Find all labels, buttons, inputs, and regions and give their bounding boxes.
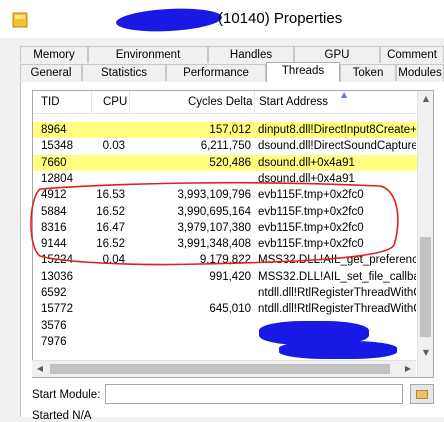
start-module-field[interactable] — [105, 384, 403, 404]
thread-row[interactable]: 6592 ntdll.dll!RtlRegisterThreadWithC... — [33, 285, 417, 301]
thread-row[interactable]: 7660 520,486 dsound.dll+0x4a91 — [33, 154, 417, 171]
tab-environment[interactable]: Environment — [88, 46, 208, 63]
cell-tid: 15224 — [41, 254, 73, 267]
horizontal-scrollbar[interactable]: ◀ ▶ — [32, 360, 416, 377]
cell-address: ntdll.dll!RtlRegisterThreadWithC... — [258, 303, 416, 316]
cell-address: dsound.dll+0x4a91 — [258, 172, 355, 185]
vertical-scrollbar[interactable]: ▲ ▼ — [417, 91, 433, 377]
cell-cpu: 16.47 — [96, 221, 125, 234]
thread-list[interactable]: TID CPU Cycles Delta Start Address ▲ 896… — [32, 90, 434, 378]
cell-address: MSS32.DLL!AIL_set_file_callbac... — [258, 270, 416, 283]
cell-address: evb115F.tmp+0x2fc0 — [258, 205, 364, 218]
column-separator[interactable] — [91, 91, 92, 113]
cell-address: dsound.dll!DirectSoundCaptureE — [258, 140, 416, 153]
tab-token[interactable]: Token — [340, 64, 396, 81]
scroll-down-icon[interactable]: ▼ — [418, 345, 433, 361]
list-header: TID CPU Cycles Delta Start Address ▲ — [33, 91, 417, 114]
thread-row[interactable]: 8964 157,012 dinput8.dll!DirectInput8Creat… — [33, 122, 417, 138]
tab-modules[interactable]: Modules — [396, 64, 444, 81]
redaction-mark-list — [279, 341, 397, 359]
cell-cycles: 3,993,109,796 — [177, 189, 251, 202]
scroll-right-icon[interactable]: ▶ — [400, 361, 416, 377]
thread-row[interactable]: 9144 16.52 3,991,348,408 evb115F.tmp+0x2fc0 — [33, 236, 417, 252]
start-module-label: Start Module: — [32, 389, 101, 401]
cell-cycles: 520,486 — [209, 156, 251, 169]
thread-row[interactable]: 15772 645,010 ntdll.dll!RtlRegisterThreadW… — [33, 301, 417, 317]
cell-address: ntdll.dll!RtlRegisterThreadWithC... — [258, 287, 416, 299]
redaction-mark-title — [115, 6, 223, 34]
tab-general[interactable]: General — [20, 64, 82, 81]
cell-tid: 8964 — [41, 124, 67, 136]
cell-address: dinput8.dll!DirectInput8Create+... — [258, 124, 416, 136]
cell-cycles: 3,990,695,164 — [177, 205, 251, 218]
thread-row[interactable]: 5884 16.52 3,990,695,164 evb115F.tmp+0x2fc0 — [33, 204, 417, 220]
column-header-cpu[interactable]: CPU — [103, 96, 127, 108]
scroll-thumb[interactable] — [420, 237, 431, 337]
cell-cpu: 16.53 — [96, 189, 125, 202]
cell-tid: 5884 — [41, 205, 67, 218]
cell-tid: 7660 — [41, 156, 67, 169]
cell-cycles: 991,420 — [209, 270, 251, 283]
tab-row-front: General Statistics Performance Threads T… — [20, 62, 444, 82]
cell-tid: 9144 — [41, 238, 67, 251]
cell-cycles: 645,010 — [209, 303, 251, 316]
thread-row[interactable]: 15348 0.03 6,211,750 dsound.dll!DirectSound… — [33, 138, 417, 154]
cell-address: evb115F.tmp+0x2fc0 — [258, 221, 364, 234]
column-separator[interactable] — [129, 91, 130, 113]
thread-row[interactable]: 13036 991,420 MSS32.DLL!AIL_set_file_callb… — [33, 269, 417, 285]
title-bar: (10140) Properties — [0, 0, 444, 38]
scroll-up-icon[interactable]: ▲ — [418, 91, 433, 107]
cell-tid: 15348 — [41, 140, 73, 153]
column-header-start-address[interactable]: Start Address — [259, 96, 328, 108]
thread-row[interactable]: 8316 16.47 3,979,107,380 evb115F.tmp+0x2fc0 — [33, 220, 417, 236]
browse-button[interactable] — [410, 384, 434, 404]
tab-handles[interactable]: Handles — [208, 46, 294, 63]
cell-cycles: 6,211,750 — [200, 140, 251, 153]
cell-tid: 8316 — [41, 221, 67, 234]
tab-memory[interactable]: Memory — [20, 46, 88, 63]
tab-gpu[interactable]: GPU — [294, 46, 380, 63]
cell-address: evb115F.tmp+0x2fc0 — [258, 238, 364, 251]
cell-tid: 13036 — [41, 270, 73, 283]
column-header-cycles-delta[interactable]: Cycles Delta — [188, 96, 253, 108]
tab-performance[interactable]: Performance — [166, 64, 266, 81]
cell-cpu: 16.52 — [96, 238, 125, 251]
column-separator[interactable] — [254, 91, 255, 113]
started-field: Started N/A — [32, 410, 92, 422]
cell-cycles: 157,012 — [209, 124, 251, 136]
cell-cycles: 3,979,107,380 — [177, 221, 251, 234]
cell-cpu: 0.04 — [102, 254, 125, 267]
column-header-tid[interactable]: TID — [41, 96, 60, 108]
sort-arrow-icon: ▲ — [341, 90, 348, 99]
hscroll-thumb[interactable] — [50, 364, 390, 374]
cell-cpu: 0.03 — [102, 140, 125, 153]
cell-address: evb115F.tmp+0x2fc0 — [258, 189, 364, 202]
cell-cpu: 16.52 — [96, 205, 125, 218]
tab-statistics[interactable]: Statistics — [82, 64, 166, 81]
cell-tid: 12804 — [41, 172, 73, 185]
cell-address: MSS32.DLL!AIL_get_preference... — [258, 254, 416, 267]
thread-row[interactable]: 4912 16.53 3,993,109,796 evb115F.tmp+0x2fc0 — [33, 187, 417, 203]
thread-row[interactable]: 15224 0.04 9,179,822 MSS32.DLL!AIL_get_pref… — [33, 252, 417, 268]
folder-icon — [416, 390, 428, 399]
tab-row-back: Memory Environment Handles GPU Comment — [20, 46, 444, 63]
cell-tid: 7976 — [41, 335, 67, 348]
thread-row[interactable]: 12804 dsound.dll+0x4a91 — [33, 171, 417, 187]
cell-cycles: 9,179,822 — [199, 254, 251, 267]
scroll-left-icon[interactable]: ◀ — [32, 361, 48, 377]
tab-threads[interactable]: Threads — [266, 62, 340, 82]
cell-tid: 4912 — [41, 189, 67, 202]
window-title: (10140) Properties — [218, 10, 343, 27]
cell-tid: 6592 — [41, 287, 67, 299]
tab-comment[interactable]: Comment — [380, 46, 444, 63]
process-icon — [12, 12, 28, 28]
cell-cycles: 3,991,348,408 — [177, 238, 251, 251]
cell-address: dsound.dll+0x4a91 — [258, 156, 355, 169]
cell-tid: 3576 — [41, 319, 67, 332]
cell-tid: 15772 — [41, 303, 73, 316]
